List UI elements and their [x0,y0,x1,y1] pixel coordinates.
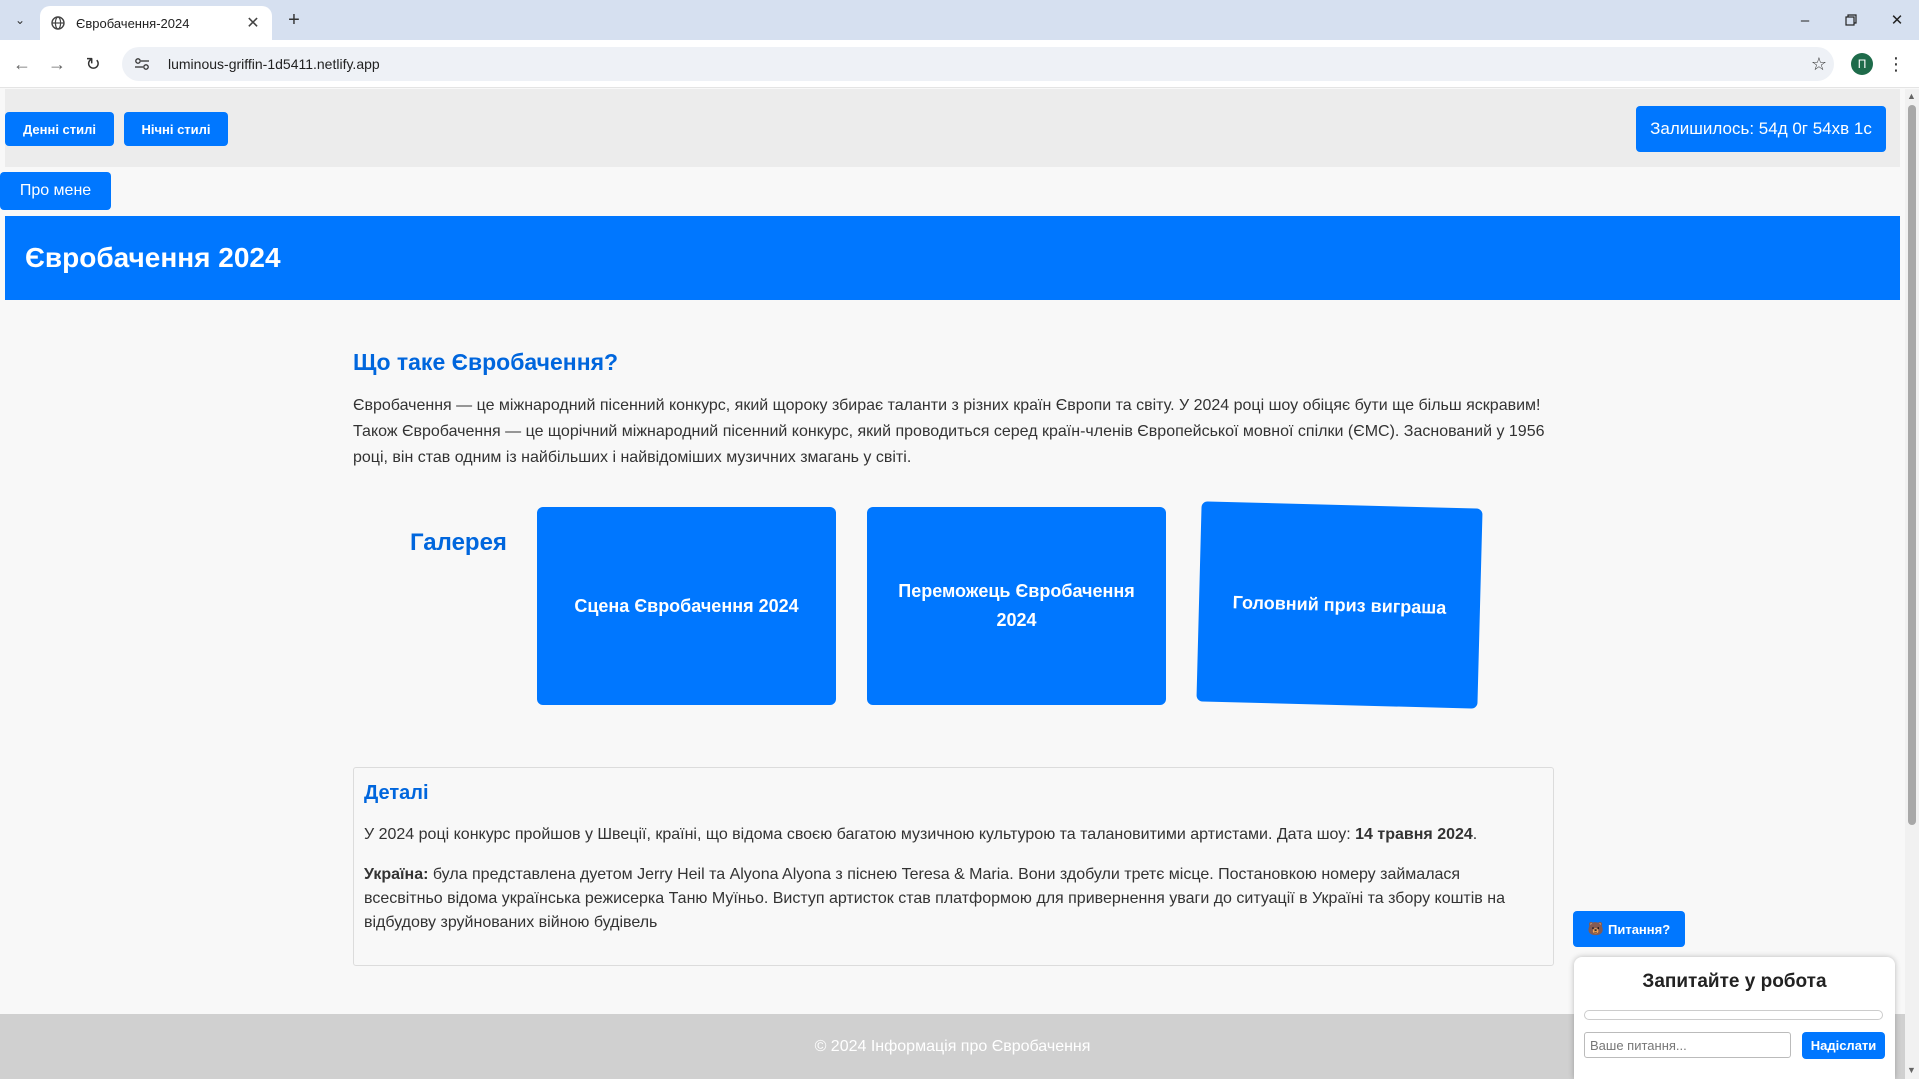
chat-title: Запитайте у робота [1642,971,1827,992]
scrollbar-thumb[interactable] [1908,105,1916,825]
globe-icon [50,15,66,31]
gallery-card-winner[interactable]: Переможець Євробачення 2024 [867,507,1166,705]
gallery-card-label: Сцена Євробачення 2024 [574,595,799,616]
intro-heading: Що таке Євробачення? [353,349,619,375]
details-p1-text: У 2024 році конкурс пройшов у Швеції, кр… [364,826,1356,843]
details-paragraph-1: У 2024 році конкурс пройшов у Швеції, кр… [364,823,1543,847]
chat-toggle-label: Питання? [1608,921,1671,937]
chat-panel: Запитайте у робота Надіслати [1574,957,1895,1079]
site-settings-icon[interactable] [134,57,152,71]
new-tab-icon[interactable]: + [282,8,306,32]
page-scrollbar[interactable]: ▲ ▼ [1905,89,1919,1079]
details-paragraph-2: Україна: була представлена дуетом Jerry … [364,863,1543,935]
back-icon[interactable]: ← [10,52,34,76]
site-header: Євробачення 2024 [5,216,1900,300]
chat-toggle-button[interactable]: 🐻 Питання? [1573,911,1685,947]
browser-toolbar: ← → ↻ luminous-griffin-1d5411.netlify.ap… [0,40,1919,88]
tab-title: Євробачення-2024 [76,15,190,31]
day-styles-button[interactable]: Денні стилі [5,112,114,146]
chat-log [1584,1010,1883,1020]
restore-icon[interactable] [1836,8,1866,32]
browser-menu-icon[interactable]: ⋮ [1886,52,1906,76]
address-bar[interactable]: luminous-griffin-1d5411.netlify.app ☆ [122,47,1834,81]
details-heading: Деталі [364,782,429,804]
intro-text: Євробачення — це міжнародний пісенний ко… [353,397,1545,466]
forward-icon[interactable]: → [45,52,69,76]
show-date: 14 травня 2024 [1355,826,1473,843]
night-styles-button[interactable]: Нічні стилі [124,112,228,146]
ukraine-label: Україна: [364,866,429,883]
scroll-up-icon[interactable]: ▲ [1907,91,1916,101]
chat-question-input[interactable] [1584,1032,1791,1058]
bookmark-star-icon[interactable]: ☆ [1804,54,1834,75]
gallery-card-label: Переможець Євробачення 2024 [898,581,1135,630]
close-window-icon[interactable]: ✕ [1882,8,1912,32]
close-tab-icon[interactable]: ✕ [244,13,262,33]
site-title: Євробачення 2024 [25,242,281,273]
page-viewport: Денні стилі Нічні стилі Залишилось: 54д … [0,89,1905,1079]
browser-tab[interactable]: Євробачення-2024 ✕ [40,6,272,40]
tab-search-chevron-icon[interactable]: ⌄ [8,8,32,32]
about-me-button[interactable]: Про мене [0,172,111,210]
countdown-timer[interactable]: Залишилось: 54д 0г 54хв 1с [1636,106,1886,152]
details-p2-text: була представлена дуетом Jerry Heil та A… [364,866,1505,931]
profile-avatar[interactable]: П [1851,53,1873,75]
footer-text: © 2024 Інформація про Євробачення [814,1037,1091,1055]
bear-icon: 🐻 [1587,921,1604,936]
intro-section: Що таке Євробачення? Євробачення — це мі… [353,349,1553,471]
top-controls-bar [5,89,1900,167]
minimize-icon[interactable]: – [1790,8,1820,32]
reload-icon[interactable]: ↻ [81,52,105,76]
details-section: Деталі У 2024 році конкурс пройшов у Шве… [353,767,1554,966]
gallery-card-stage[interactable]: Сцена Євробачення 2024 [537,507,836,705]
details-p1-end: . [1472,826,1478,843]
gallery-card-prize[interactable]: Головний приз виграша [1196,501,1483,709]
chat-send-button[interactable]: Надіслати [1802,1032,1885,1059]
browser-tab-bar: ⌄ Євробачення-2024 ✕ + – ✕ [0,0,1919,40]
gallery-title: Галерея [410,529,507,556]
gallery-card-label: Головний приз виграша [1232,591,1447,618]
url-text: luminous-griffin-1d5411.netlify.app [168,56,380,72]
scroll-down-icon[interactable]: ▼ [1907,1065,1916,1075]
